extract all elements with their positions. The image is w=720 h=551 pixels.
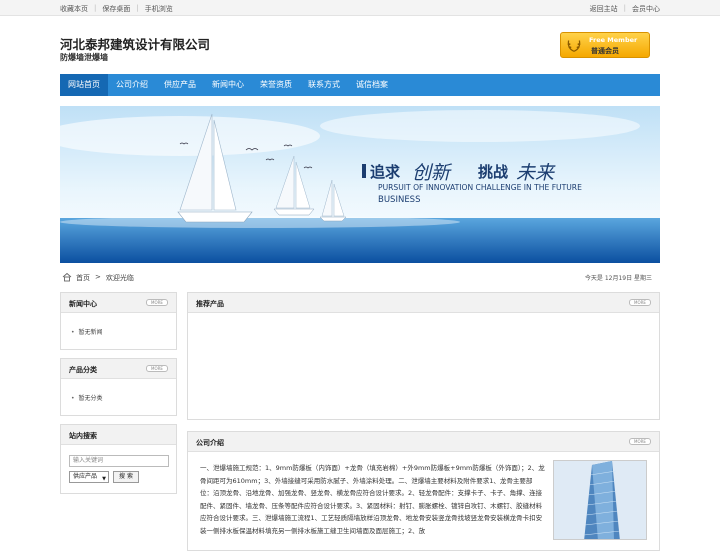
member-label-en: Free Member	[589, 36, 638, 44]
nav-products[interactable]: 供应产品	[156, 74, 204, 96]
search-category-select[interactable]: 供应产品 ▼	[69, 471, 109, 483]
news-box-title: 新闻中心	[69, 300, 97, 308]
category-more-button[interactable]: MORE	[146, 365, 168, 372]
intro-box-header: 公司介绍 MORE	[188, 432, 659, 452]
news-box-header: 新闻中心 MORE	[61, 293, 176, 313]
bookmark-link[interactable]: 收藏本页	[60, 4, 88, 14]
mobile-view-link[interactable]: 手机浏览	[145, 4, 173, 14]
nav-contact[interactable]: 联系方式	[300, 74, 348, 96]
member-label-cn: 普通会员	[591, 47, 619, 55]
news-empty-item: 暂无新闻	[71, 327, 103, 336]
recommended-products-box: 推荐产品 MORE	[187, 292, 660, 420]
news-more-button[interactable]: MORE	[146, 299, 168, 306]
main-nav: 网站首页 公司介绍 供应产品 新闻中心 荣誉资质 联系方式 诚信档案	[60, 74, 660, 96]
building-image	[553, 460, 647, 540]
recommended-box-header: 推荐产品 MORE	[188, 293, 659, 313]
laurel-icon	[567, 40, 581, 52]
main-site-link[interactable]: 返回主站	[590, 4, 618, 14]
company-name: 河北泰邦建筑设计有限公司	[60, 37, 211, 52]
company-intro-box: 公司介绍 MORE 一、泄爆墙施工规范：1、9mm防爆板（内饰面）+龙骨（填充岩…	[187, 431, 660, 551]
category-empty-item: 暂无分类	[71, 393, 103, 402]
breadcrumb: 首页 > 欢迎光临 今天是 12月19日 星期三	[60, 271, 660, 285]
search-select-value: 供应产品	[73, 473, 98, 480]
breadcrumb-home[interactable]: 首页	[76, 273, 90, 283]
divider: |	[94, 4, 97, 12]
company-subtitle: 防爆墙泄爆墙	[60, 53, 108, 62]
category-box-header: 产品分类 MORE	[61, 359, 176, 379]
nav-home[interactable]: 网站首页	[60, 74, 108, 96]
divider: |	[623, 4, 626, 12]
category-box-title: 产品分类	[69, 366, 97, 374]
category-box: 产品分类 MORE 暂无分类	[60, 358, 177, 416]
hero-banner: 追求 创新 挑战 未来 PURSUIT OF INNOVATION CHALLE…	[60, 106, 660, 263]
slogan-word-1: 追求	[370, 163, 401, 181]
recommended-more-button[interactable]: MORE	[629, 299, 651, 306]
search-box-header: 站内搜索	[61, 425, 176, 445]
search-input[interactable]: 输入关键词	[69, 455, 169, 467]
intro-box-title: 公司介绍	[196, 439, 224, 447]
current-date: 今天是 12月19日 星期三	[584, 275, 652, 282]
nav-credit[interactable]: 诚信档案	[348, 74, 396, 96]
slogan-word-2: 创新	[412, 162, 453, 184]
intro-more-button[interactable]: MORE	[629, 438, 651, 445]
slogan-word-3: 挑战	[478, 163, 508, 181]
nav-about[interactable]: 公司介绍	[108, 74, 156, 96]
slogan-word-4: 未来	[516, 162, 556, 184]
top-utility-bar: 收藏本页 | 保存桌面 | 手机浏览 返回主站 | 会员中心	[0, 0, 720, 16]
news-box: 新闻中心 MORE 暂无新闻	[60, 292, 177, 350]
member-badge: Free Member 普通会员	[560, 32, 650, 58]
nav-news[interactable]: 新闻中心	[204, 74, 252, 96]
home-icon	[62, 272, 72, 282]
top-links-right: 返回主站 | 会员中心	[590, 4, 660, 14]
banner-en-line1: PURSUIT OF INNOVATION CHALLENGE IN THE F…	[378, 183, 582, 192]
breadcrumb-current: 欢迎光临	[105, 274, 134, 282]
chevron-down-icon: ▼	[102, 476, 106, 482]
nav-honors[interactable]: 荣誉资质	[252, 74, 300, 96]
sailboat-banner-image: 追求 创新 挑战 未来 PURSUIT OF INNOVATION CHALLE…	[60, 106, 660, 263]
recommended-box-title: 推荐产品	[196, 300, 224, 308]
search-box: 站内搜索 输入关键词 供应产品 ▼ 搜 索	[60, 424, 177, 494]
banner-en-line2: BUSINESS	[378, 195, 420, 205]
member-center-link[interactable]: 会员中心	[632, 4, 660, 14]
search-button[interactable]: 搜 索	[113, 471, 139, 483]
breadcrumb-separator: >	[95, 273, 101, 281]
search-box-title: 站内搜索	[69, 432, 97, 440]
top-links-left: 收藏本页 | 保存桌面 | 手机浏览	[60, 4, 173, 14]
save-desktop-link[interactable]: 保存桌面	[102, 4, 130, 14]
divider: |	[136, 4, 139, 12]
intro-text: 一、泄爆墙施工规范：1、9mm防爆板（内饰面）+龙骨（填充岩棉）+外9mm防爆板…	[200, 464, 545, 535]
